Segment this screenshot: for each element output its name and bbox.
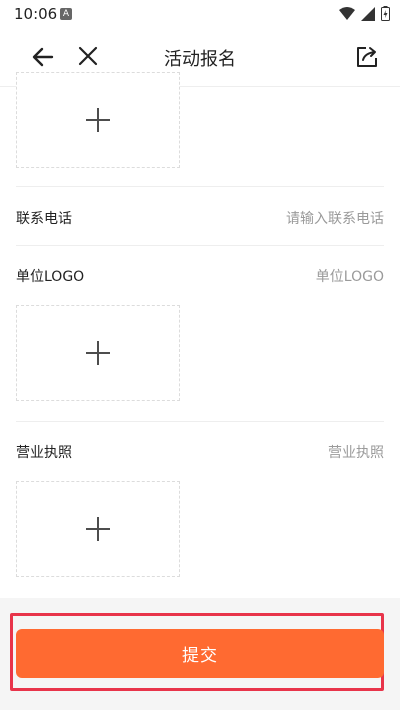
share-icon[interactable] (354, 44, 380, 70)
status-bar: 10:06 A (0, 0, 400, 28)
logo-upload-box[interactable] (16, 305, 180, 401)
phone-input[interactable]: 请输入联系电话 (286, 208, 384, 228)
status-time: 10:06 (14, 5, 58, 23)
license-upload-box[interactable] (16, 481, 180, 577)
plus-icon (86, 108, 110, 132)
upload-box-previous[interactable] (16, 72, 180, 168)
wifi-icon (339, 6, 355, 20)
divider (16, 421, 384, 422)
plus-icon (86, 517, 110, 541)
divider (16, 186, 384, 187)
signal-icon (361, 6, 375, 21)
logo-label: 单位LOGO (16, 269, 85, 285)
divider (16, 245, 384, 246)
phone-label: 联系电话 (16, 211, 72, 227)
license-hint: 营业执照 (328, 445, 384, 461)
plus-icon (86, 341, 110, 365)
license-label: 营业执照 (16, 445, 72, 461)
notification-icon: A (60, 8, 72, 20)
page-title: 活动报名 (164, 49, 236, 70)
status-icons (339, 6, 390, 21)
submit-button[interactable]: 提交 (16, 629, 384, 678)
logo-hint: 单位LOGO (315, 269, 384, 285)
battery-icon (381, 6, 390, 21)
